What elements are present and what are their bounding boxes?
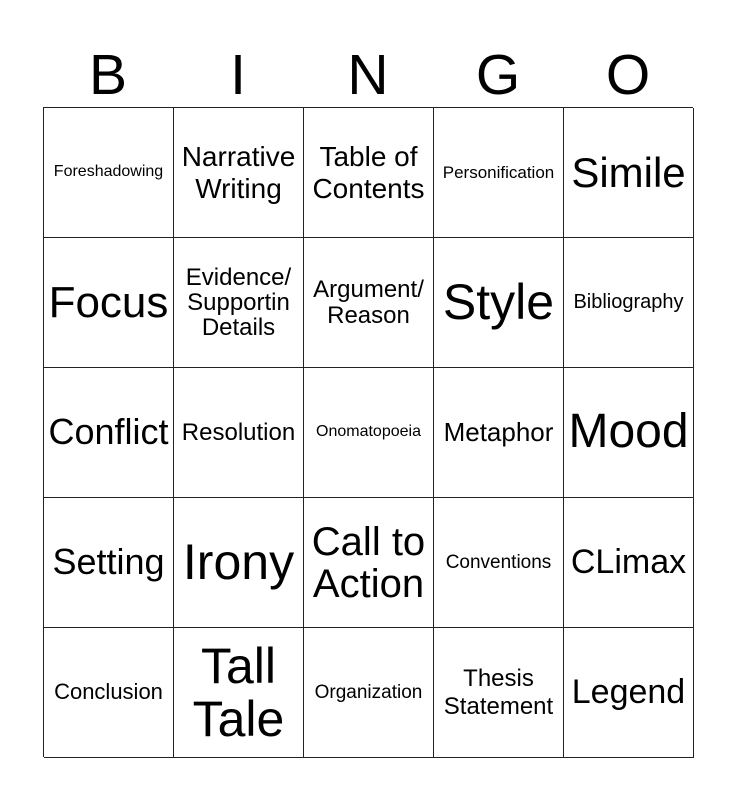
bingo-cell[interactable]: Focus [44, 238, 174, 368]
cell-label: Thesis Statement [443, 665, 554, 720]
cell-label: Focus [48, 277, 169, 327]
cell-label: Evidence/ Supportin Details [185, 263, 292, 342]
bingo-cell[interactable]: Legend [564, 628, 694, 758]
bingo-cell[interactable]: Call to Action [304, 498, 434, 628]
bingo-cell[interactable]: CLimax [564, 498, 694, 628]
header-letter-n: N [347, 42, 389, 107]
cell-label: Organization [314, 681, 423, 703]
bingo-header: B I N G O [43, 40, 693, 110]
cell-label: Bibliography [573, 291, 684, 314]
cell-label: Conclusion [54, 679, 163, 705]
cell-label: Table of Contents [312, 140, 425, 204]
cell-label: Tall Tale [192, 638, 285, 747]
cell-label: Resolution [181, 418, 296, 446]
bingo-cell[interactable]: Conclusion [44, 628, 174, 758]
bingo-cell[interactable]: Simile [564, 108, 694, 238]
bingo-cell[interactable]: Metaphor [434, 368, 564, 498]
cell-label: Foreshadowing [53, 163, 164, 181]
cell-label: Argument/ Reason [313, 276, 424, 329]
bingo-cell[interactable]: Personification [434, 108, 564, 238]
bingo-cell[interactable]: Table of Contents [304, 108, 434, 238]
bingo-cell[interactable]: Evidence/ Supportin Details [174, 238, 304, 368]
bingo-cell[interactable]: Thesis Statement [434, 628, 564, 758]
cell-label: Personification [442, 162, 555, 182]
bingo-cell[interactable]: Onomatopoeia [304, 368, 434, 498]
bingo-cell[interactable]: Argument/ Reason [304, 238, 434, 368]
cell-label: Setting [52, 541, 165, 583]
bingo-cell[interactable]: Foreshadowing [44, 108, 174, 238]
cell-label: Legend [571, 673, 686, 712]
cell-label: Conventions [445, 551, 552, 573]
header-letter-o: O [605, 42, 651, 107]
bingo-cell[interactable]: Bibliography [564, 238, 694, 368]
cell-label: Narrative Writing [181, 140, 296, 204]
cell-label: Mood [568, 405, 689, 459]
bingo-cell[interactable]: Irony [174, 498, 304, 628]
header-letter-b: B [88, 42, 128, 107]
cell-label: Simile [571, 148, 686, 196]
bingo-cell[interactable]: Mood [564, 368, 694, 498]
cell-label: Call to Action [311, 519, 426, 606]
header-letter-i: I [230, 42, 246, 107]
cell-label: Conflict [48, 411, 169, 453]
cell-label: Style [442, 274, 555, 331]
cell-label: Metaphor [443, 416, 554, 447]
cell-label: Irony [182, 534, 295, 591]
cell-label: Onomatopoeia [316, 423, 421, 441]
bingo-cell[interactable]: Narrative Writing [174, 108, 304, 238]
bingo-cell[interactable]: Conventions [434, 498, 564, 628]
bingo-cell[interactable]: Style [434, 238, 564, 368]
bingo-cell[interactable]: Conflict [44, 368, 174, 498]
header-letter-g: G [475, 42, 521, 107]
bingo-card: Foreshadowing Narrative Writing Table of… [43, 107, 694, 758]
cell-label: CLimax [570, 543, 687, 582]
bingo-cell[interactable]: Resolution [174, 368, 304, 498]
bingo-cell[interactable]: Tall Tale [174, 628, 304, 758]
bingo-cell[interactable]: Organization [304, 628, 434, 758]
bingo-cell[interactable]: Setting [44, 498, 174, 628]
